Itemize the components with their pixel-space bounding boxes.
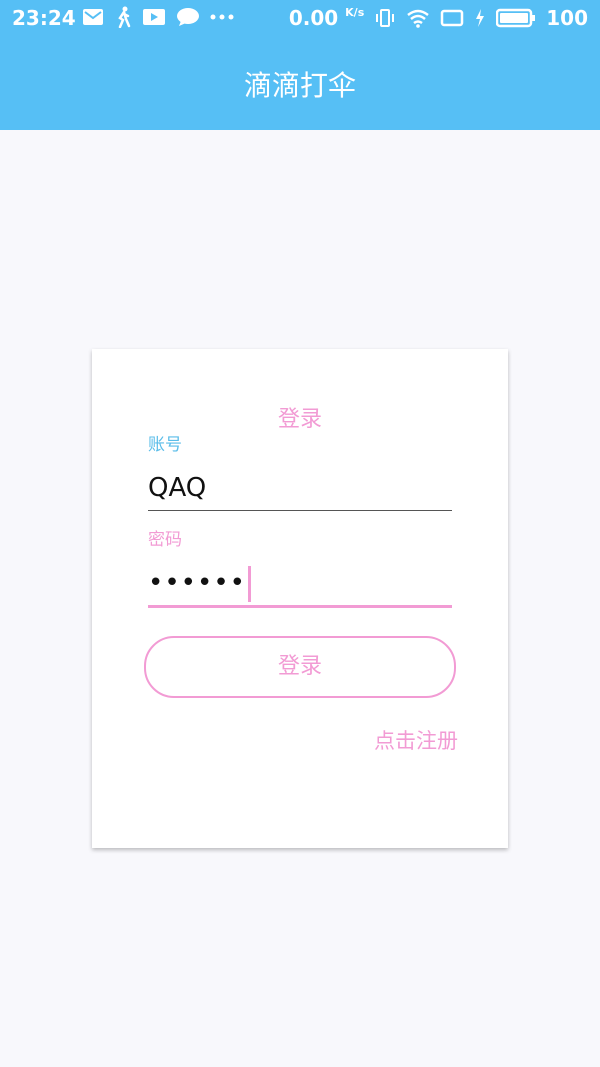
net-speed: 0.00 K/s	[289, 6, 364, 30]
charging-icon	[474, 8, 486, 28]
screen-icon	[440, 9, 464, 27]
app-bar: 23:24 0.00 K/s 100 滴滴打伞	[0, 0, 600, 130]
text-caret	[248, 565, 252, 602]
status-bar: 23:24 0.00 K/s 100	[0, 0, 600, 38]
more-icon	[210, 14, 234, 20]
app-title: 滴滴打伞	[243, 69, 356, 102]
password-value: ••••••	[148, 568, 247, 598]
register-link[interactable]: 点击注册	[374, 725, 458, 755]
battery-level: 100	[546, 6, 588, 30]
status-time: 23:24	[12, 6, 76, 30]
chat-icon	[176, 7, 200, 27]
net-speed-value: 0.00	[288, 6, 339, 30]
play-icon	[142, 8, 166, 26]
username-label: 账号	[148, 435, 182, 455]
net-speed-unit: K/s	[345, 6, 365, 19]
vibrate-icon	[374, 8, 396, 28]
password-label: 密码	[148, 530, 182, 550]
wifi-icon	[406, 8, 430, 28]
username-field[interactable]: QAQ	[148, 466, 452, 511]
login-button[interactable]: 登录	[144, 636, 456, 698]
login-card: 登录 账号 QAQ 密码 •••••• 登录 点击注册	[92, 349, 508, 848]
password-field[interactable]: ••••••	[148, 561, 452, 608]
login-title: 登录	[277, 407, 322, 432]
notification-icons	[82, 6, 234, 28]
mail-icon	[82, 8, 104, 26]
walk-icon	[114, 6, 132, 28]
status-right: 0.00 K/s 100	[289, 6, 588, 30]
battery-icon	[496, 8, 536, 28]
